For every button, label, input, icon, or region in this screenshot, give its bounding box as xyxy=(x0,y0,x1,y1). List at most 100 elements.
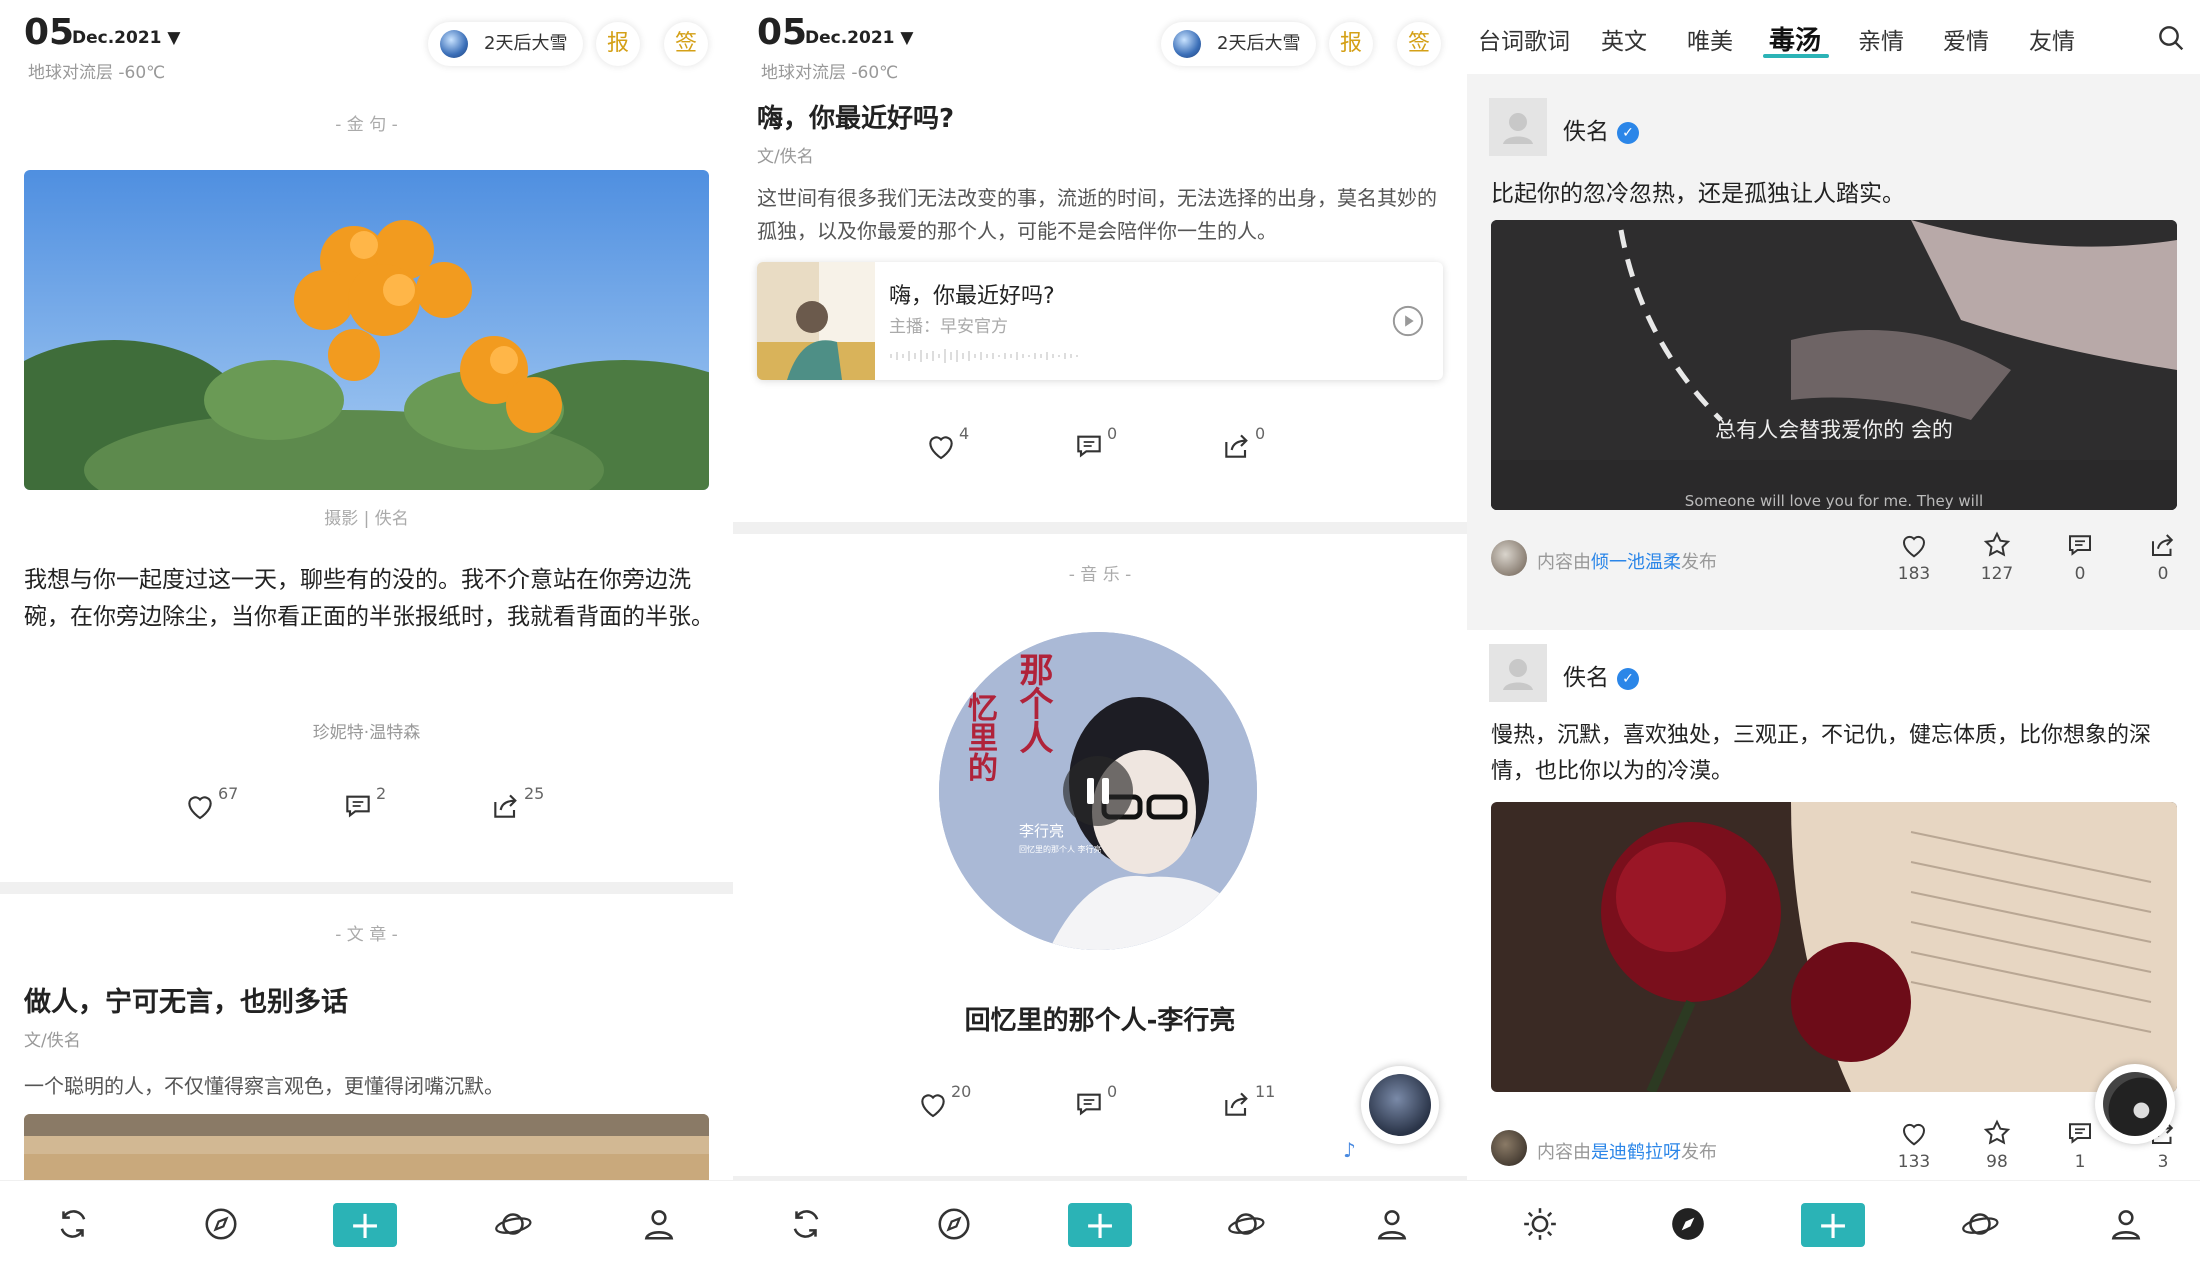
publisher-avatar[interactable] xyxy=(1491,540,1527,576)
tab-3-active[interactable]: 毒汤 xyxy=(1769,20,1821,57)
refresh-icon[interactable] xyxy=(54,1205,92,1243)
mini-player-disc[interactable] xyxy=(2095,1064,2175,1144)
share-count: 3 xyxy=(2157,1152,2169,1172)
music-like-button[interactable]: 20 xyxy=(917,1082,971,1128)
pause-icon-bar xyxy=(1102,778,1109,804)
tab-6[interactable]: 友情 xyxy=(2029,22,2075,56)
publisher-link[interactable]: 倾一池温柔 xyxy=(1591,552,1681,573)
search-icon[interactable] xyxy=(2155,22,2187,54)
divider xyxy=(733,522,1467,534)
post-image[interactable]: 总有人会替我爱你的 会的 Someone will love you for m… xyxy=(1491,220,2177,510)
active-tab-indicator xyxy=(1763,54,1829,58)
add-button[interactable]: + xyxy=(333,1203,397,1247)
compass-icon[interactable] xyxy=(935,1205,973,1243)
album-cover-disc[interactable]: 那个人 忆里的 李行亮 回忆里的那个人 李行亮 xyxy=(939,632,1257,950)
flower-photo xyxy=(24,170,709,490)
like-button[interactable]: 4 xyxy=(925,424,969,470)
publisher-prefix: 内容由 xyxy=(1537,552,1591,573)
compass-icon[interactable] xyxy=(202,1205,240,1243)
music-comment-button[interactable]: 0 xyxy=(1073,1082,1117,1128)
report-button[interactable]: 报 xyxy=(1329,22,1373,66)
radio-text: 这世间有很多我们无法改变的事，流逝的时间，无法选择的出身，莫名其妙的孤独，以及你… xyxy=(757,186,1437,243)
comment-button[interactable]: 2 xyxy=(342,784,386,830)
sign-in-button[interactable]: 签 xyxy=(664,22,708,66)
pause-button[interactable] xyxy=(1063,756,1133,826)
add-button[interactable]: + xyxy=(1801,1203,1865,1247)
star-button[interactable]: 127 xyxy=(1972,530,2022,584)
tab-0[interactable]: 台词歌词 xyxy=(1478,22,1570,56)
heart-icon xyxy=(1902,535,1926,558)
section-title-quote: - 金 句 - xyxy=(335,115,398,135)
music-note-icon: ♪ xyxy=(1343,1138,1356,1162)
author-name[interactable]: 佚名 ✓ xyxy=(1563,658,1639,692)
planet-icon[interactable] xyxy=(494,1205,532,1243)
tab-2[interactable]: 唯美 xyxy=(1687,22,1733,56)
tab-1[interactable]: 英文 xyxy=(1601,22,1647,56)
tab-fade xyxy=(2117,0,2157,74)
comment-button[interactable]: 1 xyxy=(2055,1118,2105,1172)
radio-music-panel: 05 Dec.2021 ▼ 地球对流层 -60℃ 2天后大雪 报 签 嗨，你最近… xyxy=(733,0,1467,1265)
publisher-link[interactable]: 是迪鹤拉呀 xyxy=(1591,1142,1681,1163)
comment-button[interactable]: 0 xyxy=(1073,424,1117,470)
tab-5[interactable]: 爱情 xyxy=(1943,22,1989,56)
tab-4[interactable]: 亲情 xyxy=(1858,22,1904,56)
location-temp: 地球对流层 -60℃ xyxy=(28,63,166,83)
like-button[interactable]: 133 xyxy=(1889,1118,1939,1172)
profile-icon[interactable] xyxy=(640,1205,678,1243)
author-name[interactable]: 佚名 ✓ xyxy=(1563,112,1639,146)
article-title[interactable]: 做人，宁可无言，也别多话 xyxy=(24,980,348,1019)
star-icon xyxy=(1983,1119,2011,1145)
like-button[interactable]: 67 xyxy=(184,784,238,830)
publisher-suffix: 发布 xyxy=(1681,552,1717,573)
publisher-avatar[interactable] xyxy=(1491,1130,1527,1166)
comment-count: 0 xyxy=(2074,564,2086,584)
play-icon[interactable] xyxy=(1391,304,1425,338)
mini-player-disc[interactable] xyxy=(1361,1066,1439,1144)
date-month-selector[interactable]: Dec.2021 ▼ xyxy=(805,28,913,48)
heart-icon xyxy=(921,1094,945,1118)
radio-title[interactable]: 嗨，你最近好吗? xyxy=(757,98,954,135)
comment-icon xyxy=(346,795,370,818)
like-button[interactable]: 183 xyxy=(1889,530,1939,584)
date-month-selector[interactable]: Dec.2021 ▼ xyxy=(72,28,180,48)
audio-player-card[interactable]: 嗨，你最近好吗? 主播：早安官方 xyxy=(757,262,1443,380)
post-text: 慢热，沉默，喜欢独处，三观正，不记仇，健忘体质，比你想象的深情，也比你以为的冷漠… xyxy=(1491,723,2152,784)
profile-icon[interactable] xyxy=(1373,1205,1411,1243)
post-image[interactable] xyxy=(1491,802,2177,1092)
globe-icon xyxy=(1173,30,1201,58)
like-count: 133 xyxy=(1897,1152,1931,1172)
album-artist-art: 李行亮 xyxy=(1019,822,1065,840)
home-panel: 05 Dec.2021 ▼ 地球对流层 -60℃ 2天后大雪 报 签 - 金 句… xyxy=(0,0,733,1265)
comment-button[interactable]: 0 xyxy=(2055,530,2105,584)
add-button[interactable]: + xyxy=(1068,1203,1132,1247)
weather-text: 2天后大雪 xyxy=(1217,33,1301,54)
sun-icon[interactable] xyxy=(1521,1205,1559,1243)
category-feed-panel: 台词歌词 英文 唯美 毒汤 亲情 爱情 友情 佚名 ✓ 比起你的忽冷忽热，还是孤独… xyxy=(1467,0,2200,1265)
article-cover-image[interactable] xyxy=(24,1114,709,1184)
share-button[interactable]: 0 xyxy=(1221,424,1265,470)
share-button[interactable]: 0 xyxy=(2138,530,2188,584)
weather-pill[interactable]: 2天后大雪 xyxy=(1161,22,1317,66)
author-avatar[interactable] xyxy=(1489,98,1547,156)
like-count: 183 xyxy=(1897,564,1931,584)
report-button[interactable]: 报 xyxy=(596,22,640,66)
profile-icon[interactable] xyxy=(2107,1205,2145,1243)
comment-icon xyxy=(2069,535,2091,556)
music-share-button[interactable]: 11 xyxy=(1221,1082,1275,1128)
author-name-text: 佚名 xyxy=(1563,665,1609,691)
globe-icon xyxy=(440,30,468,58)
publisher-suffix: 发布 xyxy=(1681,1142,1717,1163)
share-button[interactable]: 25 xyxy=(490,784,544,830)
star-button[interactable]: 98 xyxy=(1972,1118,2022,1172)
sign-in-button[interactable]: 签 xyxy=(1397,22,1441,66)
like-count: 4 xyxy=(959,424,970,443)
author-avatar[interactable] xyxy=(1489,644,1547,702)
planet-icon[interactable] xyxy=(1961,1205,1999,1243)
compass-filled-icon[interactable] xyxy=(1669,1205,1707,1243)
mini-player-cover xyxy=(1369,1074,1431,1136)
weather-pill[interactable]: 2天后大雪 xyxy=(428,22,584,66)
star-count: 98 xyxy=(1986,1152,2008,1172)
planet-icon[interactable] xyxy=(1227,1205,1265,1243)
refresh-icon[interactable] xyxy=(787,1205,825,1243)
heart-icon xyxy=(1902,1123,1926,1146)
